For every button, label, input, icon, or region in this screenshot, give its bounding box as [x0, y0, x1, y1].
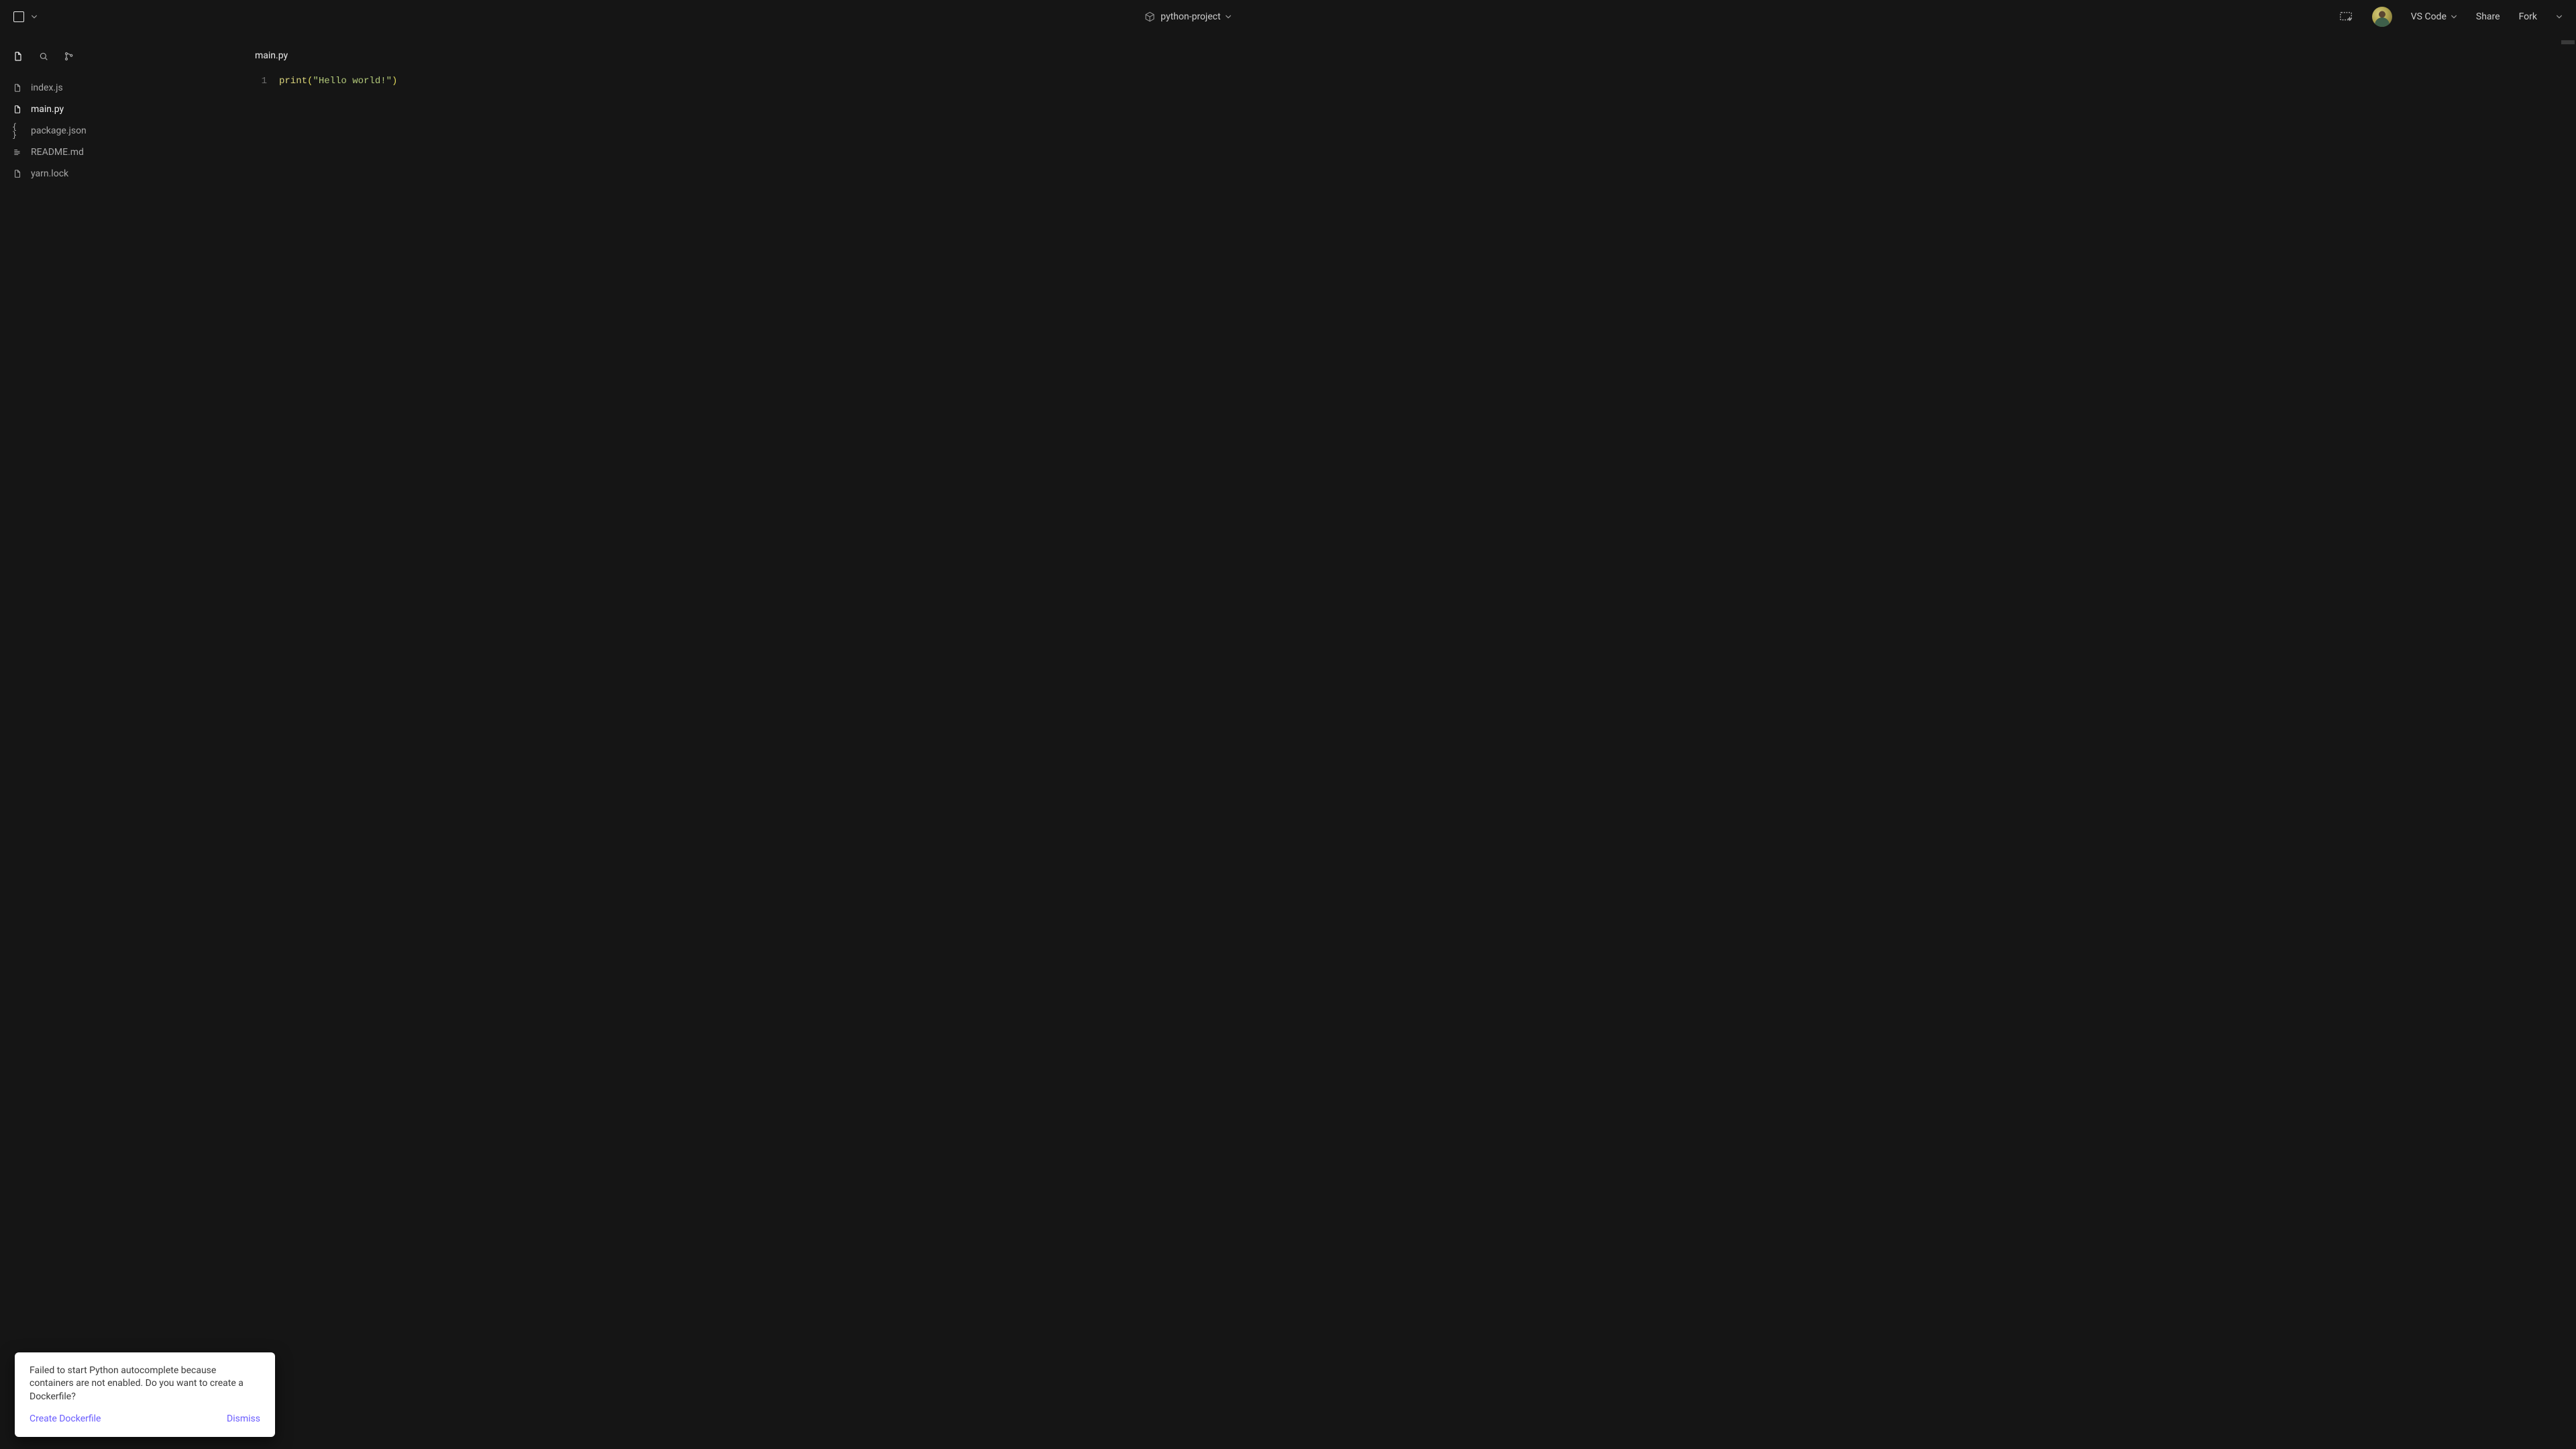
- search-tab-icon[interactable]: [38, 50, 50, 62]
- code-area[interactable]: 1 print("Hello world!"): [255, 76, 2576, 87]
- file-list: index.js main.py { } package.json README.md y…: [0, 74, 255, 184]
- sidebar: index.js main.py { } package.json README.md y…: [0, 34, 255, 1449]
- file-name: yarn.lock: [31, 169, 68, 178]
- file-row[interactable]: yarn.lock: [0, 163, 255, 184]
- toast-message: Failed to start Python autocomplete beca…: [30, 1364, 260, 1404]
- file-name: index.js: [31, 83, 63, 93]
- avatar[interactable]: [2372, 7, 2392, 27]
- app-menu-chevron-icon[interactable]: [31, 13, 38, 20]
- editor: main.py 1 print("Hello world!"): [255, 34, 2576, 1449]
- fork-button[interactable]: Fork: [2519, 11, 2537, 22]
- minimap-indicator: [2561, 40, 2575, 44]
- file-name: main.py: [31, 105, 64, 114]
- token-fn: print: [279, 76, 307, 87]
- project-switcher[interactable]: python-project: [1144, 11, 1231, 22]
- chevron-down-icon: [2451, 13, 2457, 20]
- app-logo[interactable]: [13, 11, 24, 22]
- vscode-button[interactable]: VS Code: [2411, 11, 2457, 22]
- file-row[interactable]: main.py: [0, 99, 255, 120]
- lines-icon: [12, 147, 23, 158]
- share-button[interactable]: Share: [2476, 11, 2500, 22]
- git-tab-icon[interactable]: [63, 50, 75, 62]
- fork-chevron-icon[interactable]: [2556, 13, 2563, 20]
- new-pane-icon[interactable]: [2339, 9, 2353, 24]
- token-close-paren: ): [392, 76, 397, 87]
- file-icon: [12, 104, 23, 115]
- vscode-label: VS Code: [2411, 11, 2447, 22]
- project-name: python-project: [1161, 11, 1220, 22]
- file-name: README.md: [31, 148, 84, 157]
- file-row[interactable]: README.md: [0, 142, 255, 163]
- file-icon: [12, 83, 23, 93]
- share-label: Share: [2476, 11, 2500, 22]
- toast-primary-action[interactable]: Create Dockerfile: [30, 1413, 101, 1426]
- explorer-tab-icon[interactable]: [12, 50, 24, 62]
- project-chevron-icon: [1225, 13, 1232, 20]
- token-string: "Hello world!": [313, 76, 392, 87]
- file-row[interactable]: index.js: [0, 77, 255, 99]
- open-file-name: main.py: [255, 50, 2576, 76]
- braces-icon: { }: [12, 125, 23, 136]
- file-name: package.json: [31, 126, 87, 136]
- file-icon: [12, 168, 23, 179]
- cube-icon: [1144, 11, 1155, 22]
- fork-label: Fork: [2519, 11, 2537, 22]
- toast: Failed to start Python autocomplete beca…: [15, 1352, 275, 1437]
- toast-secondary-action[interactable]: Dismiss: [227, 1413, 260, 1426]
- topbar: python-project VS Code Share: [0, 0, 2576, 34]
- file-row[interactable]: { } package.json: [0, 120, 255, 142]
- line-number: 1: [255, 76, 279, 87]
- code-line-1: print("Hello world!"): [279, 76, 397, 87]
